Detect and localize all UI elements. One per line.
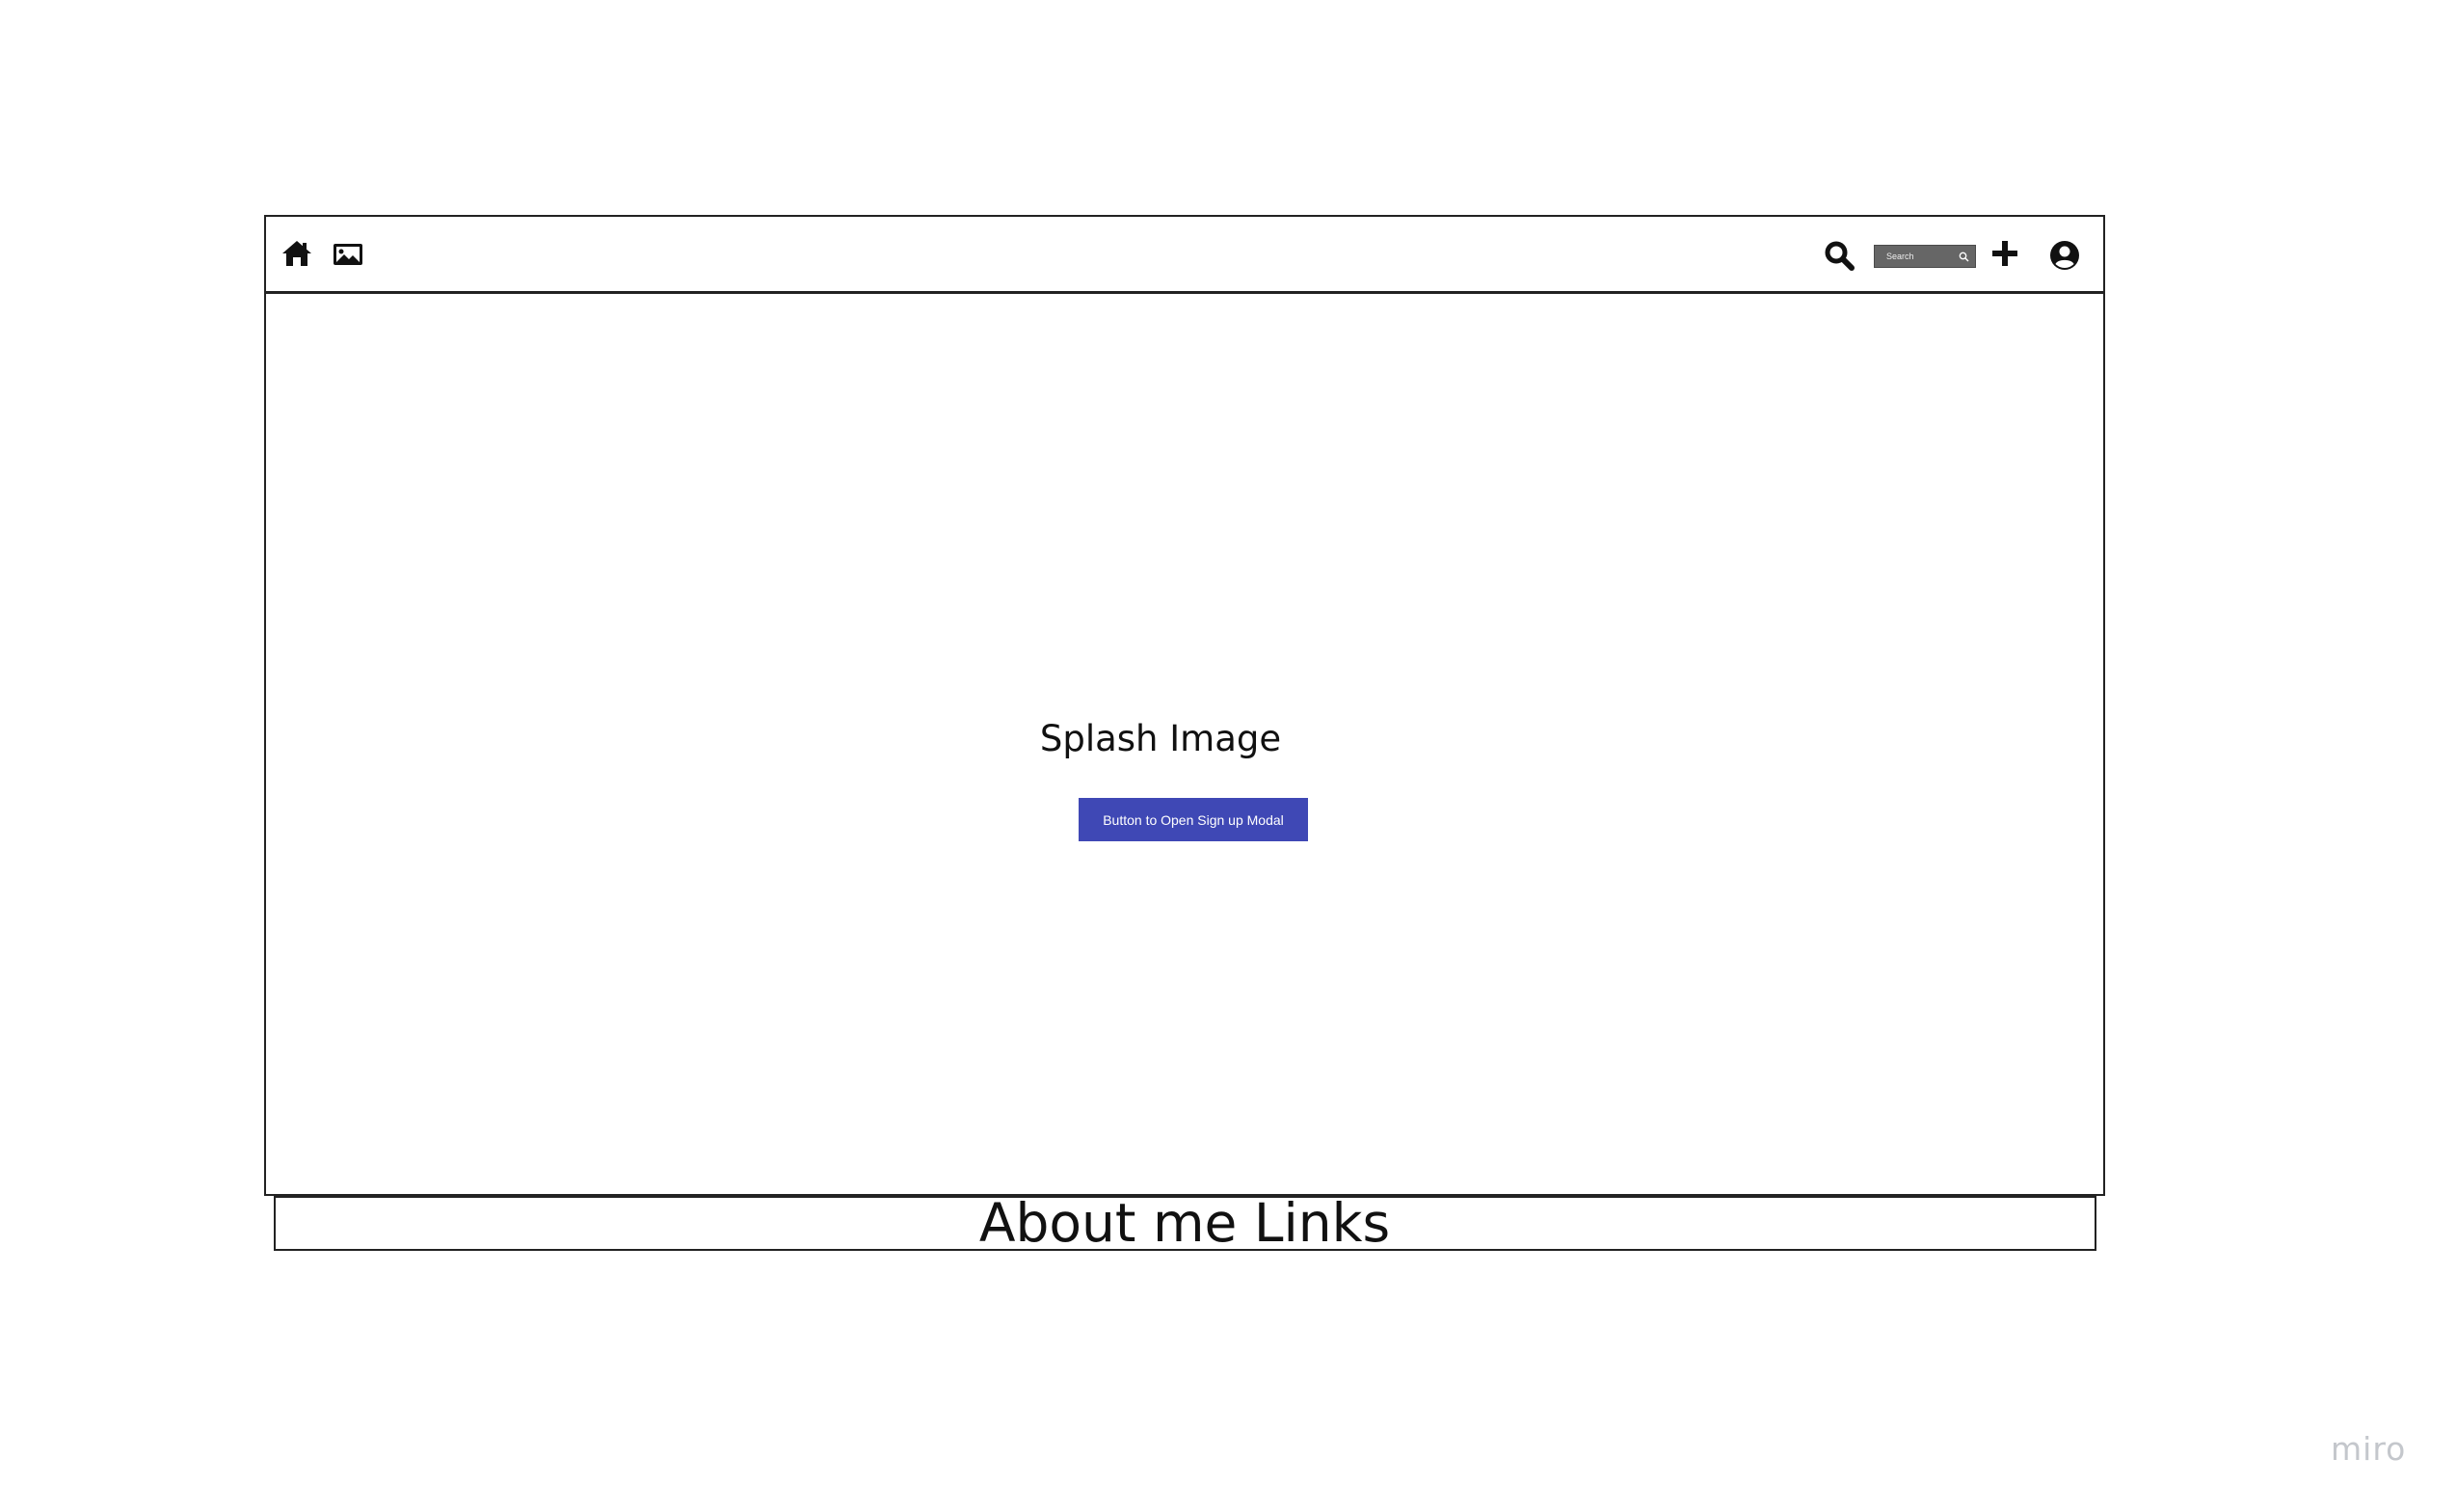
top-navbar: [266, 217, 2103, 294]
splash-image-placeholder: Splash Image: [1039, 718, 1282, 759]
plus-icon[interactable]: [1986, 234, 2024, 273]
account-circle-icon[interactable]: [2045, 236, 2084, 275]
open-signup-modal-button[interactable]: Button to Open Sign up Modal: [1079, 798, 1308, 841]
search-icon[interactable]: [1820, 236, 1858, 275]
search-submit-icon[interactable]: [1958, 251, 1969, 262]
search-box[interactable]: [1874, 245, 1976, 268]
image-icon[interactable]: [330, 236, 366, 273]
search-input[interactable]: [1886, 252, 1958, 261]
page-mockup-frame: Splash Image Button to Open Sign up Moda…: [264, 215, 2105, 1196]
about-me-links-title: About me Links: [978, 1192, 1391, 1254]
miro-watermark: miro: [2331, 1430, 2407, 1468]
home-icon[interactable]: [280, 236, 314, 271]
about-me-links-bar: About me Links: [274, 1192, 2096, 1254]
